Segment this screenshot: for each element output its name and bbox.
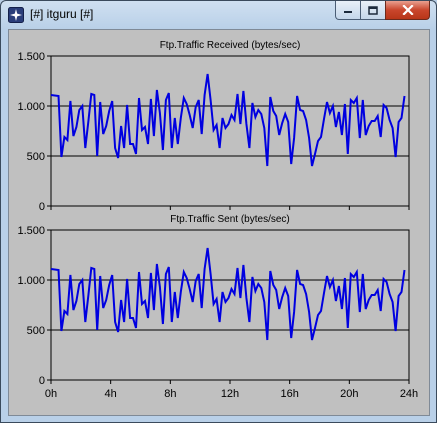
y-tick-label-received: 1.500 <box>17 51 45 63</box>
y-tick-label-sent: 1.000 <box>17 275 45 287</box>
y-tick-label-sent: 1.500 <box>17 225 45 237</box>
close-button[interactable] <box>385 1 430 20</box>
y-tick-label-received: 500 <box>27 151 45 163</box>
title-bar[interactable]: [#] itguru [#] <box>1 1 436 29</box>
minimize-icon <box>344 11 352 13</box>
maximize-button[interactable] <box>360 1 386 20</box>
chart-title-sent: Ftp.Traffic Sent (bytes/sec) <box>170 214 289 225</box>
window-title: [#] itguru [#] <box>30 7 94 21</box>
close-icon <box>401 5 414 15</box>
x-tick-label: 4h <box>105 388 117 400</box>
opnet-star-icon <box>8 7 24 23</box>
y-tick-label-received: 1.000 <box>17 101 45 113</box>
x-tick-label: 24h <box>400 388 418 400</box>
x-tick-label: 20h <box>340 388 358 400</box>
charts-canvas: Ftp.Traffic Received (bytes/sec) 0 500 1.00… <box>17 40 418 400</box>
x-tick-label: 16h <box>280 388 298 400</box>
app-window: [#] itguru [#] Ftp.Traffic Received (byt… <box>0 0 437 423</box>
y-tick-label-sent: 500 <box>27 325 45 337</box>
y-tick-label-received: 0 <box>39 201 45 213</box>
graph-panel: Ftp.Traffic Received (bytes/sec) 0 500 1.00… <box>8 29 430 416</box>
minimize-button[interactable] <box>335 1 361 20</box>
x-tick-label: 0h <box>45 388 57 400</box>
y-tick-label-sent: 0 <box>39 375 45 387</box>
chart-title-received: Ftp.Traffic Received (bytes/sec) <box>160 40 301 51</box>
maximize-icon <box>368 5 378 15</box>
x-tick-label: 12h <box>221 388 239 400</box>
x-tick-label: 8h <box>164 388 176 400</box>
